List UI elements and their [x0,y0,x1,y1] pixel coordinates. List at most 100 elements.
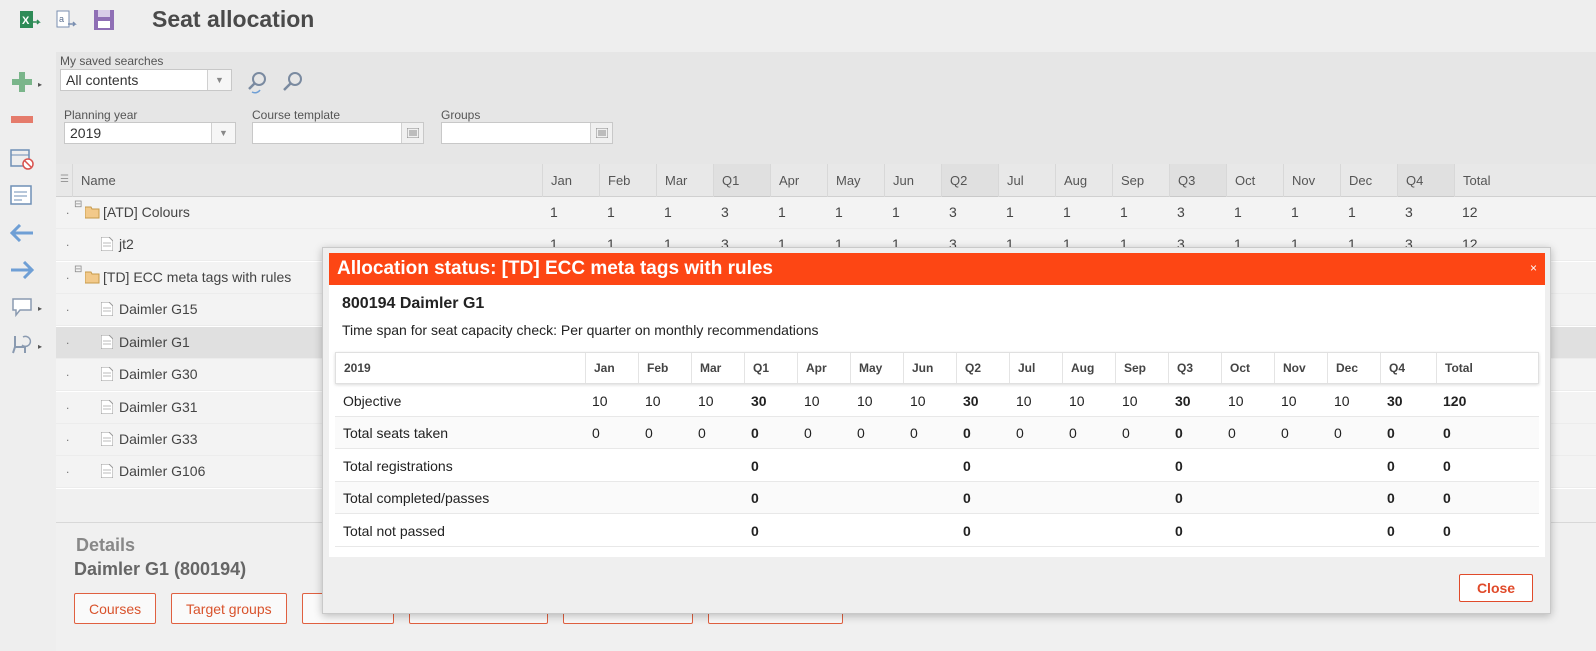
save-icon[interactable] [92,8,116,32]
cell-aug: 0 [1069,425,1077,441]
cell-total: 120 [1443,393,1467,409]
document-icon [100,301,114,319]
comment-dropdown-icon[interactable]: ▸ [38,304,42,313]
column-header-q2[interactable]: Q2 [941,164,998,197]
edit-list-icon[interactable] [8,183,36,209]
row-name: Daimler G30 [119,366,198,382]
cell-jun: 0 [910,425,918,441]
column-header-total: Total [1436,353,1540,383]
cell-q3: 0 [1175,425,1183,441]
row-name: Daimler G1 [119,334,190,350]
cell-jan: 0 [592,425,600,441]
column-header-jun[interactable]: Jun [884,164,941,197]
name-column-header[interactable]: Name [72,164,543,197]
table-row: Total seats taken 0 0 0 0 0 0 0 0 0 0 0 0 0 0 0 0 0 [335,417,1539,449]
column-header-q2: Q2 [956,353,1009,383]
column-header-aug[interactable]: Aug [1055,164,1112,197]
collapse-toggle-icon[interactable]: ⊟ [74,199,82,210]
cell-oct: 0 [1228,425,1236,441]
column-header-total[interactable]: Total [1454,164,1511,197]
allocation-table-header: 2019 Jan Feb Mar Q1 Apr May Jun Q2 Jul Aug Sep Q3 Oc… [335,352,1539,384]
row-indent-marker: . [66,268,70,282]
cell-dec: 0 [1334,425,1342,441]
search-icon[interactable] [281,70,305,97]
table-row[interactable]: . ⊟ [ATD] Colours 1 1 1 3 1 1 1 3 1 1 1 3 1 1 1 3 12 [56,197,1596,229]
column-header-feb: Feb [638,353,691,383]
grid-header: ☰ Name Jan Feb Mar Q1 Apr May Jun Q2 Jul Aug Sep Q3… [56,164,1596,197]
column-header-may[interactable]: May [827,164,884,197]
arrow-right-icon[interactable] [8,257,36,283]
cell-may: 10 [857,393,873,409]
page-title: Seat allocation [152,6,315,32]
row-indent-marker: . [66,203,70,217]
collapse-toggle-icon[interactable]: ⊟ [74,264,82,275]
folder-open-icon[interactable] [84,270,101,287]
add-dropdown-icon[interactable]: ▸ [38,80,42,89]
target-groups-button[interactable]: Target groups [171,593,287,624]
column-header-nov: Nov [1274,353,1327,383]
column-header-q1[interactable]: Q1 [713,164,770,197]
remove-icon[interactable] [8,107,36,133]
cell-q1: 0 [751,458,759,474]
cell-sep: 10 [1122,393,1138,409]
row-indent-marker: . [66,398,70,412]
saved-searches-label: My saved searches [60,54,164,68]
seat-dropdown-icon[interactable]: ▸ [38,342,42,351]
cell-q4: 0 [1387,523,1395,539]
dialog-body: 800194 Daimler G1 Time span for seat cap… [329,285,1545,557]
saved-searches-value: All contents [66,72,139,88]
calendar-block-icon[interactable] [8,146,36,172]
search-refresh-icon[interactable] [246,70,270,97]
row-name: Daimler G31 [119,399,198,415]
column-header-aug: Aug [1062,353,1115,383]
chevron-down-icon[interactable]: ▼ [211,123,235,143]
column-header-oct[interactable]: Oct [1226,164,1283,197]
cell-q2: 0 [963,523,971,539]
column-header-q4: Q4 [1380,353,1436,383]
cell-q3: 0 [1175,523,1183,539]
cell-q1: 30 [751,393,767,409]
column-header-dec[interactable]: Dec [1340,164,1397,197]
column-header-q3[interactable]: Q3 [1169,164,1226,197]
table-row: Objective 10 10 10 30 10 10 10 30 10 10 10 30 10 10 10 3… [335,385,1539,417]
cell-mar: 10 [698,393,714,409]
cell-nov: 1 [1291,204,1299,220]
column-header-apr[interactable]: Apr [770,164,827,197]
course-template-field[interactable] [252,122,424,144]
cell-q2: 30 [963,393,979,409]
word-export-icon[interactable]: a [54,8,78,32]
row-indent-marker: . [66,235,70,249]
list-picker-icon[interactable] [401,123,423,143]
chevron-down-icon[interactable]: ▼ [207,70,231,90]
row-label: Total completed/passes [343,490,490,506]
column-header-feb[interactable]: Feb [599,164,656,197]
column-header-nov[interactable]: Nov [1283,164,1340,197]
close-button[interactable]: Close [1459,574,1533,602]
column-menu-icon[interactable]: ☰ [60,174,69,185]
planning-year-select[interactable]: 2019 ▼ [64,122,236,144]
column-header-mar[interactable]: Mar [656,164,713,197]
column-header-sep[interactable]: Sep [1112,164,1169,197]
groups-field[interactable] [441,122,613,144]
courses-button[interactable]: Courses [74,593,157,624]
arrow-left-icon[interactable] [8,220,36,246]
seat-reset-icon[interactable] [8,331,36,357]
list-picker-icon[interactable] [590,123,612,143]
column-header-jan[interactable]: Jan [542,164,599,197]
cell-q2: 0 [963,458,971,474]
column-header-q4[interactable]: Q4 [1397,164,1454,197]
close-icon[interactable]: × [1530,261,1537,275]
cell-jan: 10 [592,393,608,409]
row-indent-marker: . [66,430,70,444]
course-heading: 800194 Daimler G1 [342,295,485,312]
comment-icon[interactable] [8,294,36,320]
folder-open-icon[interactable] [84,205,101,222]
cell-q4: 30 [1387,393,1403,409]
column-header-may: May [850,353,903,383]
excel-export-icon[interactable]: X [18,8,42,32]
add-icon[interactable] [8,69,36,95]
row-label: Total seats taken [343,425,449,441]
row-label: Objective [343,393,402,409]
column-header-jul[interactable]: Jul [998,164,1055,197]
saved-searches-select[interactable]: All contents ▼ [60,69,232,91]
